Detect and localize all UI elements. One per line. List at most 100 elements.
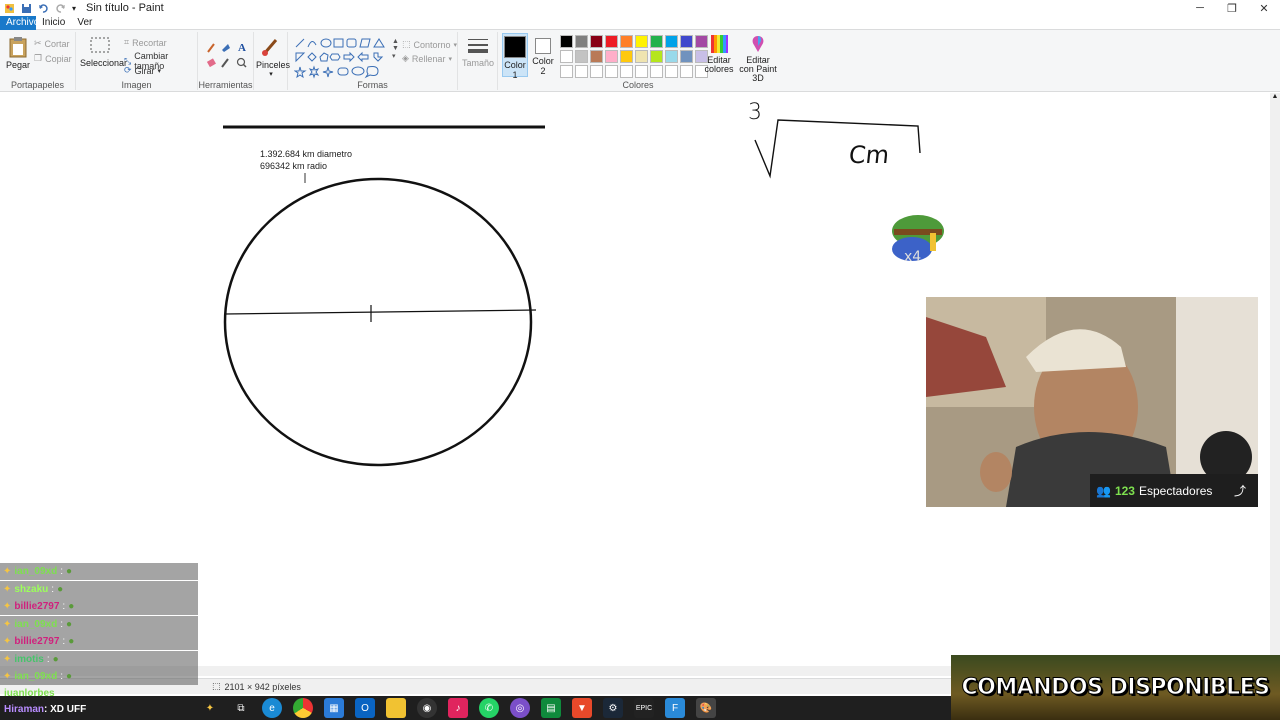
palette-swatch[interactable] bbox=[560, 35, 573, 48]
color1-button[interactable]: Color 1 bbox=[502, 33, 528, 80]
select-button[interactable]: Seleccionar bbox=[80, 36, 127, 68]
palette-swatch[interactable] bbox=[665, 50, 678, 63]
color2-button[interactable]: Color 2 bbox=[530, 33, 556, 76]
paste-button[interactable]: Pegar bbox=[5, 36, 31, 70]
brave-icon[interactable]: ▼ bbox=[572, 698, 592, 718]
palette-swatch[interactable] bbox=[560, 65, 573, 78]
outline-button[interactable]: ⬚ Contorno ▾ bbox=[402, 39, 457, 50]
crop-label: Recortar bbox=[132, 37, 167, 48]
chat-badge-icon: ✦ bbox=[3, 653, 12, 665]
epic-games-icon[interactable]: EPIC bbox=[634, 698, 654, 718]
scroll-up-icon[interactable]: ▲ bbox=[1270, 93, 1280, 100]
chrome-icon[interactable] bbox=[293, 698, 313, 718]
palette-swatch[interactable] bbox=[665, 35, 678, 48]
crop-button[interactable]: ⌗ Recortar bbox=[124, 37, 167, 48]
palette-swatch[interactable] bbox=[620, 65, 633, 78]
palette-swatch[interactable] bbox=[650, 50, 663, 63]
palette-swatch[interactable] bbox=[575, 65, 588, 78]
chat-emote-icon: ● bbox=[52, 653, 59, 665]
chat-message: ✦ shzaku: ● bbox=[0, 580, 198, 598]
chat-message: ✦ imotis: ● bbox=[0, 650, 198, 668]
commands-text: COMANDOS DISPONIBLES bbox=[961, 675, 1271, 701]
close-button[interactable]: ✕ bbox=[1248, 0, 1280, 16]
vertical-scrollbar[interactable]: ▲ bbox=[1270, 93, 1280, 668]
minimize-button[interactable]: ─ bbox=[1184, 0, 1216, 16]
copy-icon: ❐ bbox=[34, 53, 43, 63]
f-app-icon[interactable]: F bbox=[665, 698, 685, 718]
chat-separator: : bbox=[62, 636, 66, 647]
edit-colors-button[interactable]: Editar colores bbox=[704, 34, 734, 74]
palette-swatch[interactable] bbox=[575, 35, 588, 48]
sparkle-icon[interactable]: ✦ bbox=[200, 698, 220, 718]
store-icon[interactable]: ▦ bbox=[324, 698, 344, 718]
chat-username: ian_09xd bbox=[14, 566, 58, 577]
folder-icon[interactable] bbox=[386, 698, 406, 718]
copy-button[interactable]: ❐ Copiar bbox=[34, 53, 72, 64]
tiktok-icon[interactable]: ♪ bbox=[448, 698, 468, 718]
customize-toolbar-icon[interactable]: ▾ bbox=[72, 4, 76, 13]
palette-swatch[interactable] bbox=[590, 50, 603, 63]
palette-swatch[interactable] bbox=[620, 35, 633, 48]
brushes-group: Pinceles ▾ bbox=[254, 32, 290, 90]
edge-icon[interactable]: e bbox=[262, 698, 282, 718]
palette-swatch[interactable] bbox=[680, 65, 693, 78]
palette-swatch[interactable] bbox=[605, 65, 618, 78]
palette-swatch[interactable] bbox=[605, 35, 618, 48]
palette-swatch[interactable] bbox=[605, 50, 618, 63]
shapes-gallery[interactable] bbox=[294, 37, 398, 79]
paint3d-button[interactable]: Editar con Paint 3D bbox=[738, 34, 778, 83]
share-icon[interactable]: ⤴ bbox=[1234, 482, 1246, 499]
palette-swatch[interactable] bbox=[650, 35, 663, 48]
chat-message: ✦ ian_09xd: ● bbox=[0, 563, 198, 580]
rotate-label: Girar bbox=[134, 65, 155, 76]
paint3d-icon bbox=[752, 36, 764, 52]
taskbar-icons: ✦ ⧉ e ▦ O ◉ ♪ ✆ ◎ ▤ ▼ ⚙ EPIC F 🎨 bbox=[200, 698, 716, 718]
palette-swatch[interactable] bbox=[665, 65, 678, 78]
rotate-button[interactable]: ⟳ Girar ▾ bbox=[124, 65, 161, 76]
outlook-icon[interactable]: O bbox=[355, 698, 375, 718]
color1-label: Color 1 bbox=[504, 60, 526, 80]
palette-swatch[interactable] bbox=[635, 65, 648, 78]
chat-separator: : bbox=[60, 566, 63, 577]
tab-file[interactable]: Archivo bbox=[0, 16, 39, 30]
quick-access-toolbar: ▾ bbox=[0, 0, 76, 16]
save-icon[interactable] bbox=[21, 3, 32, 14]
calculator-icon[interactable]: ▤ bbox=[541, 698, 561, 718]
fill-button[interactable]: ◈ Rellenar ▾ bbox=[402, 53, 452, 64]
size-button[interactable]: Tamaño bbox=[462, 36, 494, 68]
copy-label: Copiar bbox=[45, 53, 72, 64]
pencil-icon bbox=[207, 43, 215, 53]
task-view-icon[interactable]: ⧉ bbox=[231, 698, 251, 718]
cut-button[interactable]: ✂ Cortar bbox=[34, 38, 70, 49]
palette-swatch[interactable] bbox=[635, 50, 648, 63]
chat-emote-icon: ● bbox=[68, 636, 75, 647]
steam-icon[interactable]: ⚙ bbox=[603, 698, 623, 718]
paint-taskbar-icon[interactable]: 🎨 bbox=[696, 698, 716, 718]
obs-icon[interactable]: ◉ bbox=[417, 698, 437, 718]
palette-swatch[interactable] bbox=[590, 35, 603, 48]
chat-emote-icon: ● bbox=[65, 618, 73, 630]
brushes-button[interactable]: Pinceles ▾ bbox=[256, 36, 290, 78]
tab-view[interactable]: Ver bbox=[71, 16, 98, 30]
palette-swatch[interactable] bbox=[650, 65, 663, 78]
tab-home[interactable]: Inicio bbox=[36, 16, 71, 30]
paint3d-label: Editar con Paint 3D bbox=[739, 55, 777, 83]
palette-swatch[interactable] bbox=[635, 35, 648, 48]
chrome-profile-icon[interactable]: ◎ bbox=[510, 698, 530, 718]
whatsapp-icon[interactable]: ✆ bbox=[479, 698, 499, 718]
palette-swatch[interactable] bbox=[680, 35, 693, 48]
palette-swatch[interactable] bbox=[620, 50, 633, 63]
palette-swatch[interactable] bbox=[560, 50, 573, 63]
shapes-group: ▲ ▼ ▾ ⬚ Contorno ▾ ◈ Rellenar ▾ Formas bbox=[288, 32, 458, 90]
redo-icon[interactable] bbox=[55, 3, 66, 14]
maximize-button[interactable]: ❐ bbox=[1216, 0, 1248, 16]
palette-swatch[interactable] bbox=[680, 50, 693, 63]
color-wheel-icon bbox=[711, 35, 728, 53]
chat-last-text: XD UFF bbox=[50, 704, 87, 715]
palette-swatch[interactable] bbox=[590, 65, 603, 78]
palette-swatch[interactable] bbox=[575, 50, 588, 63]
tools-icons: A bbox=[206, 42, 247, 68]
shapes-scroll[interactable]: ▲ ▼ ▾ bbox=[392, 38, 399, 60]
frog-emote-icon: x4 bbox=[892, 215, 944, 265]
undo-icon[interactable] bbox=[38, 3, 49, 14]
